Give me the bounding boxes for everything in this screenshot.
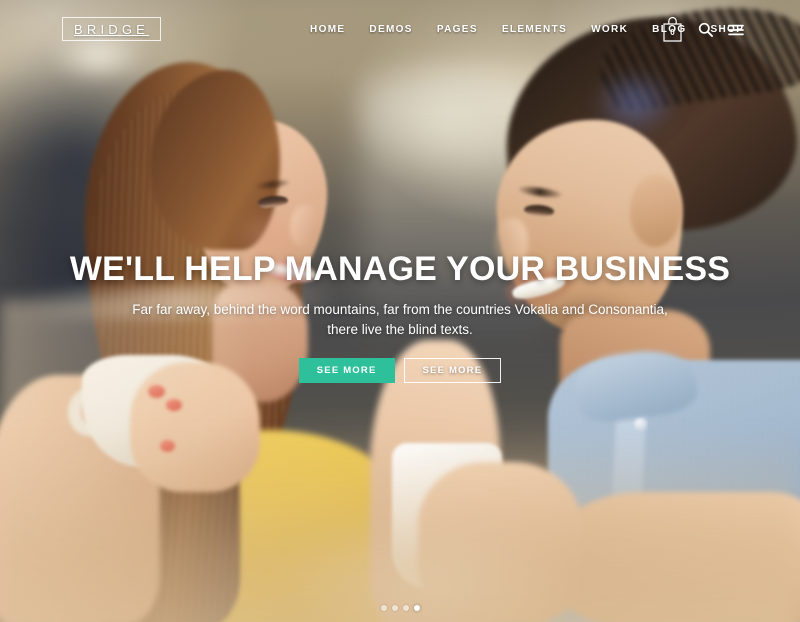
slider-dot-2[interactable] [391, 605, 398, 611]
nav-item-elements[interactable]: ELEMENTS [502, 24, 567, 35]
site-logo[interactable]: BRIDGE [62, 17, 162, 41]
shopping-bag-icon[interactable]: 0 [662, 16, 683, 43]
hero-button-group: SEE MORE SEE MORE [0, 357, 800, 383]
search-icon[interactable] [698, 22, 713, 37]
hero-primary-see-more-button[interactable]: SEE MORE [298, 357, 395, 383]
nav-item-pages[interactable]: PAGES [437, 24, 478, 35]
slider-pagination [0, 605, 800, 611]
hamburger-menu-icon[interactable] [728, 24, 744, 36]
page-root: BRIDGE HOME DEMOS PAGES ELEMENTS WORK BL… [0, 0, 800, 622]
hero-background-photo [0, 0, 800, 622]
photo-warm-gradient [0, 432, 800, 622]
slider-dot-4[interactable] [413, 605, 420, 611]
nav-item-demos[interactable]: DEMOS [369, 24, 412, 35]
nav-item-work[interactable]: WORK [591, 24, 628, 35]
hero-secondary-see-more-button[interactable]: SEE MORE [403, 357, 502, 383]
slider-dot-3[interactable] [402, 605, 409, 611]
man-shirt-button [634, 418, 647, 431]
site-header: BRIDGE HOME DEMOS PAGES ELEMENTS WORK BL… [0, 0, 800, 60]
header-actions: 0 [662, 16, 744, 43]
man-nose [494, 218, 528, 268]
nav-item-home[interactable]: HOME [310, 24, 345, 35]
cart-count: 0 [670, 28, 675, 37]
slider-dot-1[interactable] [380, 605, 387, 611]
